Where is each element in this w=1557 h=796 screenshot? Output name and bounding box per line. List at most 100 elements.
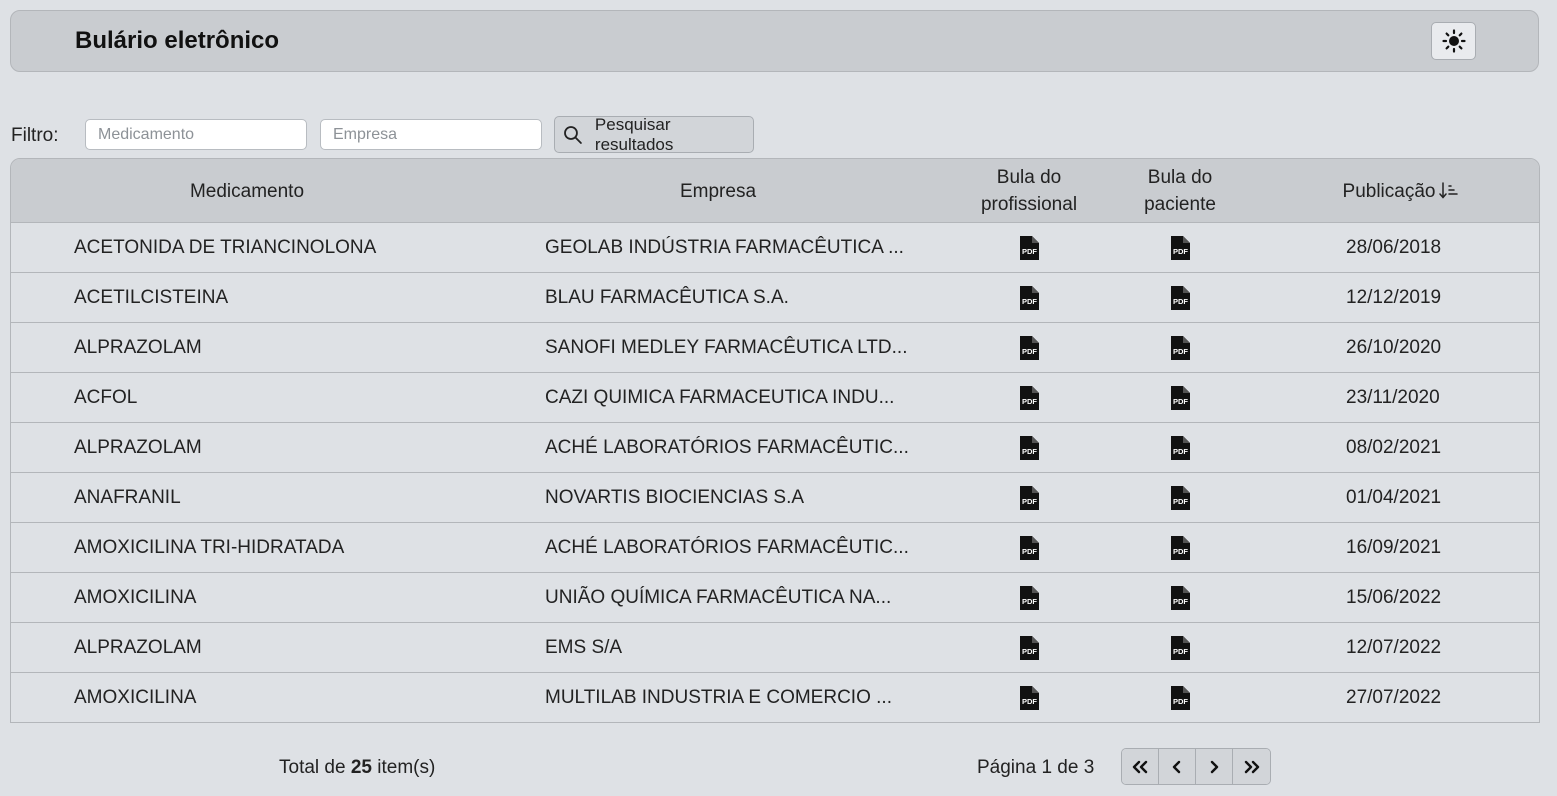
page-info: Página 1 de 3 — [977, 757, 1095, 778]
svg-text:PDF: PDF — [1022, 497, 1037, 506]
first-page-icon — [1132, 760, 1148, 773]
cell-empresa: NOVARTIS BIOCIENCIAS S.A — [545, 487, 805, 508]
column-header-profissional-line1: Bula do — [996, 167, 1062, 188]
cell-empresa: ACHÉ LABORATÓRIOS FARMACÊUTIC... — [545, 537, 909, 558]
cell-empresa: EMS S/A — [545, 637, 623, 658]
previous-page-button[interactable] — [1159, 749, 1196, 784]
column-header-medicamento[interactable]: Medicamento — [11, 159, 483, 223]
cell-empresa: SANOFI MEDLEY FARMACÊUTICA LTD... — [545, 337, 908, 358]
cell-medicamento: AMOXICILINA — [74, 587, 197, 608]
total-suffix: item(s) — [377, 757, 436, 778]
column-header-paciente-line2: paciente — [1144, 194, 1216, 215]
svg-text:PDF: PDF — [1173, 647, 1188, 656]
column-header-profissional[interactable]: Bula do profissional — [959, 159, 1099, 223]
cell-empresa: GEOLAB INDÚSTRIA FARMACÊUTICA ... — [545, 237, 904, 258]
cell-medicamento: AMOXICILINA — [74, 687, 197, 708]
pdf-paciente-icon[interactable]: PDF — [1169, 235, 1191, 261]
column-header-publicacao[interactable]: Publicação — [1311, 159, 1491, 223]
pdf-paciente-icon[interactable]: PDF — [1169, 685, 1191, 711]
pdf-profissional-icon[interactable]: PDF — [1018, 235, 1040, 261]
pdf-profissional-icon[interactable]: PDF — [1018, 435, 1040, 461]
cell-publicacao: 26/10/2020 — [1346, 337, 1442, 358]
pdf-paciente-icon[interactable]: PDF — [1169, 335, 1191, 361]
pdf-profissional-icon[interactable]: PDF — [1018, 635, 1040, 661]
page-title: Bulário eletrônico — [75, 27, 280, 54]
table-row: ACFOL CAZI QUIMICA FARMACEUTICA INDU... PD… — [11, 373, 1539, 423]
pdf-profissional-icon[interactable]: PDF — [1018, 385, 1040, 411]
table-header: Medicamento Empresa Bula do profissional… — [11, 159, 1539, 223]
cell-empresa: BLAU FARMACÊUTICA S.A. — [545, 287, 789, 308]
table-row: ACETILCISTEINA BLAU FARMACÊUTICA S.A. PDF P… — [11, 273, 1539, 323]
empresa-filter-input[interactable] — [320, 119, 542, 150]
app-header: Bulário eletrônico — [10, 10, 1539, 72]
table-row: ALPRAZOLAM ACHÉ LABORATÓRIOS FARMACÊUTIC.… — [11, 423, 1539, 473]
sort-ascending-icon — [1439, 182, 1459, 199]
first-page-button[interactable] — [1122, 749, 1159, 784]
svg-text:PDF: PDF — [1022, 647, 1037, 656]
cell-publicacao: 16/09/2021 — [1346, 537, 1442, 558]
cell-medicamento: ALPRAZOLAM — [74, 337, 202, 358]
cell-publicacao: 01/04/2021 — [1346, 487, 1442, 508]
total-prefix: Total de — [279, 757, 346, 778]
svg-text:PDF: PDF — [1173, 497, 1188, 506]
theme-toggle-button[interactable] — [1431, 22, 1476, 60]
cell-publicacao: 12/07/2022 — [1346, 637, 1442, 658]
table-row: ANAFRANIL NOVARTIS BIOCIENCIAS S.A PDF PDF 0… — [11, 473, 1539, 523]
cell-empresa: CAZI QUIMICA FARMACEUTICA INDU... — [545, 387, 895, 408]
cell-medicamento: ACFOL — [74, 387, 138, 408]
svg-text:PDF: PDF — [1022, 447, 1037, 456]
cell-empresa: MULTILAB INDUSTRIA E COMERCIO ... — [545, 687, 892, 708]
table-row: ALPRAZOLAM EMS S/A PDF PDF 12/07/2022 — [11, 623, 1539, 673]
sun-icon — [1441, 29, 1466, 53]
svg-text:PDF: PDF — [1173, 247, 1188, 256]
column-header-profissional-line2: profissional — [980, 194, 1078, 215]
next-page-button[interactable] — [1196, 749, 1233, 784]
filter-label: Filtro: — [11, 125, 59, 146]
svg-text:PDF: PDF — [1022, 697, 1037, 706]
svg-text:PDF: PDF — [1022, 297, 1037, 306]
medicamento-filter-input[interactable] — [85, 119, 307, 150]
pdf-profissional-icon[interactable]: PDF — [1018, 285, 1040, 311]
cell-medicamento: ALPRAZOLAM — [74, 637, 202, 658]
cell-medicamento: ALPRAZOLAM — [74, 437, 202, 458]
pdf-paciente-icon[interactable]: PDF — [1169, 585, 1191, 611]
cell-publicacao: 28/06/2018 — [1346, 237, 1442, 258]
pdf-paciente-icon[interactable]: PDF — [1169, 535, 1191, 561]
column-header-paciente-line1: Bula do — [1147, 167, 1213, 188]
pdf-profissional-icon[interactable]: PDF — [1018, 585, 1040, 611]
pdf-paciente-icon[interactable]: PDF — [1169, 285, 1191, 311]
table-row: AMOXICILINA UNIÃO QUÍMICA FARMACÊUTICA NA… — [11, 573, 1539, 623]
search-icon — [564, 125, 582, 144]
pagination — [1121, 748, 1271, 785]
svg-text:PDF: PDF — [1022, 247, 1037, 256]
total-count-text: Total de 25 item(s) — [279, 757, 435, 779]
last-page-icon — [1244, 760, 1259, 773]
search-button-label: Pesquisar resultados — [594, 114, 674, 154]
table-row: ACETONIDA DE TRIANCINOLONA GEOLAB INDÚSTR… — [11, 223, 1539, 273]
cell-medicamento: ACETILCISTEINA — [74, 287, 229, 308]
svg-text:PDF: PDF — [1173, 397, 1188, 406]
svg-text:PDF: PDF — [1022, 547, 1037, 556]
pdf-profissional-icon[interactable]: PDF — [1018, 485, 1040, 511]
svg-text:PDF: PDF — [1022, 347, 1037, 356]
pdf-profissional-icon[interactable]: PDF — [1018, 685, 1040, 711]
svg-text:PDF: PDF — [1173, 347, 1188, 356]
pdf-profissional-icon[interactable]: PDF — [1018, 335, 1040, 361]
last-page-button[interactable] — [1233, 749, 1270, 784]
pdf-paciente-icon[interactable]: PDF — [1169, 435, 1191, 461]
table-row: ALPRAZOLAM SANOFI MEDLEY FARMACÊUTICA LTD… — [11, 323, 1539, 373]
total-count: 25 — [350, 757, 372, 778]
column-header-empresa[interactable]: Empresa — [483, 159, 953, 223]
pdf-paciente-icon[interactable]: PDF — [1169, 385, 1191, 411]
svg-text:PDF: PDF — [1173, 547, 1188, 556]
cell-medicamento: AMOXICILINA TRI-HIDRATADA — [74, 537, 345, 558]
pdf-paciente-icon[interactable]: PDF — [1169, 485, 1191, 511]
svg-text:PDF: PDF — [1173, 447, 1188, 456]
bulas-table: Medicamento Empresa Bula do profissional… — [10, 158, 1540, 723]
previous-page-icon — [1172, 760, 1181, 773]
pdf-paciente-icon[interactable]: PDF — [1169, 635, 1191, 661]
pdf-profissional-icon[interactable]: PDF — [1018, 535, 1040, 561]
svg-text:PDF: PDF — [1173, 597, 1188, 606]
column-header-paciente[interactable]: Bula do paciente — [1110, 159, 1250, 223]
search-button[interactable]: Pesquisar resultados — [554, 114, 754, 154]
